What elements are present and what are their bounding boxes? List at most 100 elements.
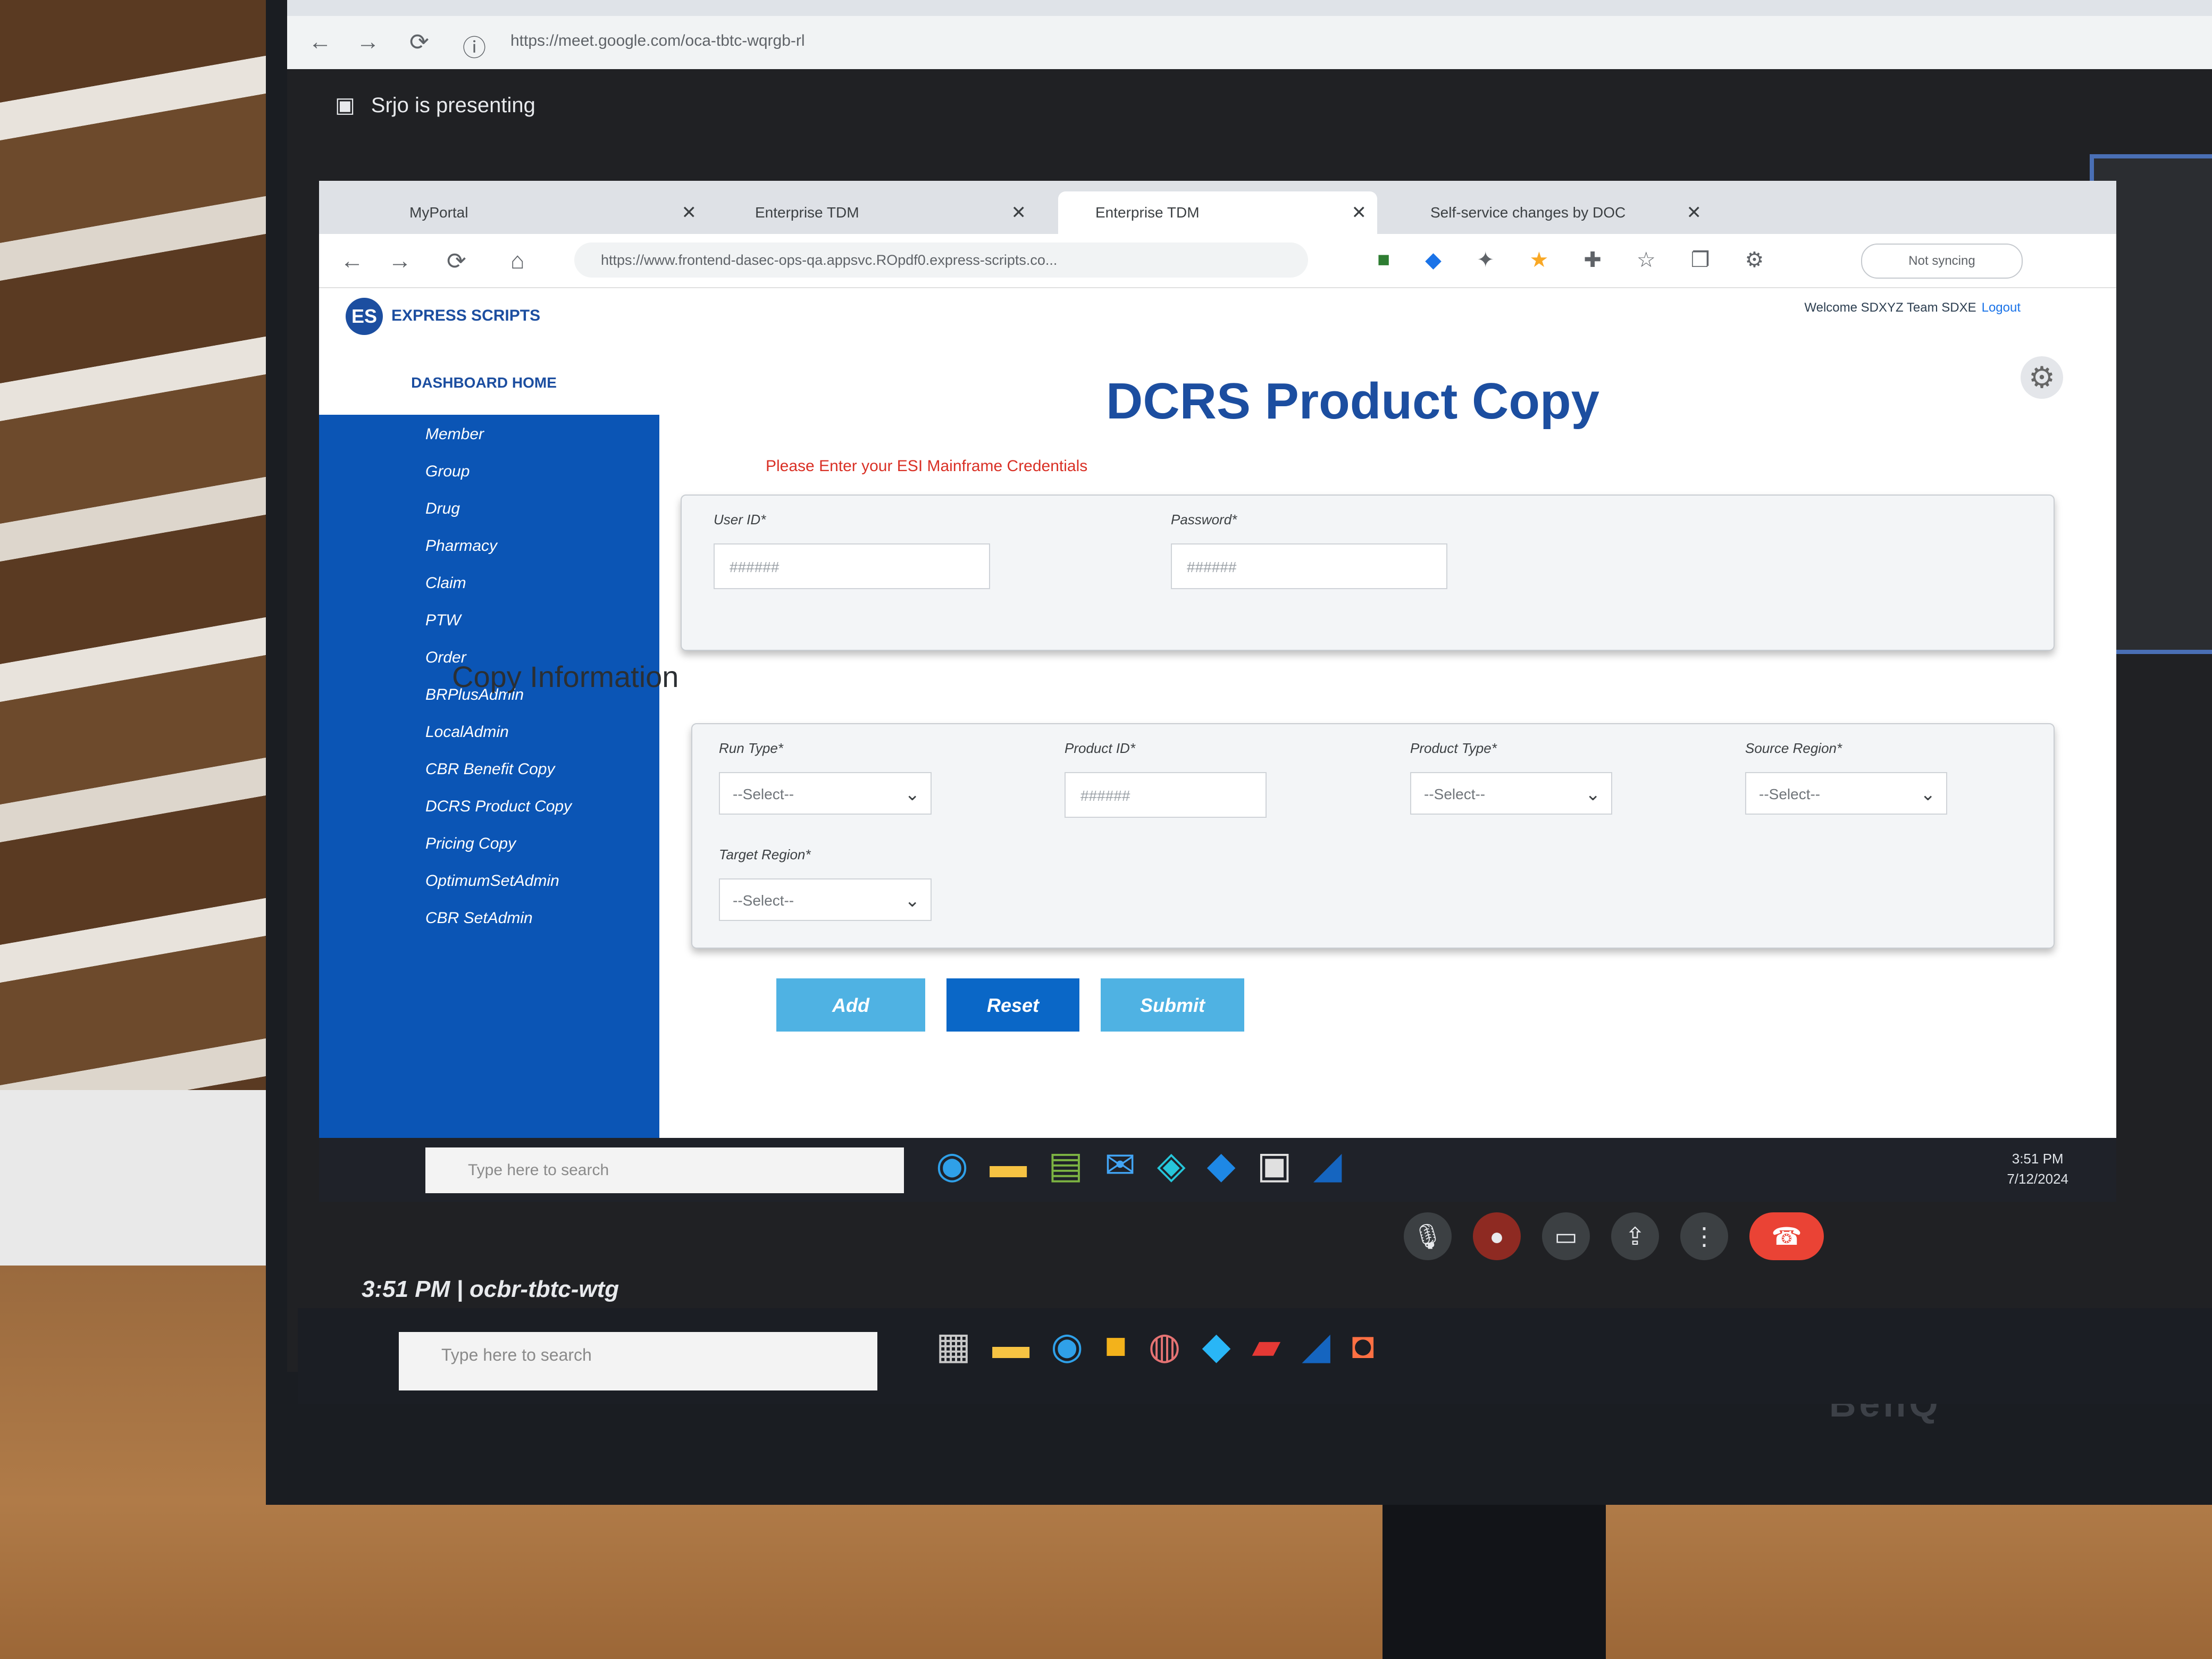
sidebar-item-optimumsetadmin[interactable]: OptimumSetAdmin (425, 872, 559, 890)
sidebar-item-member[interactable]: Member (425, 425, 484, 443)
sidebar-item-pricing-copy[interactable]: Pricing Copy (425, 835, 516, 853)
sidebar-item-drug[interactable]: Drug (425, 500, 460, 518)
close-icon[interactable]: ✕ (1352, 191, 1367, 234)
outer-taskbar: Type here to search ▦ ▬ ◉ ■ ◍ ◆ ▰ ◢ ◘ (298, 1308, 2212, 1404)
product-type-value: --Select-- (1424, 786, 1486, 802)
profile-button[interactable]: Not syncing (1861, 244, 2023, 279)
presenting-label: Srjo is presenting (371, 94, 535, 117)
presenting-banner: ▣ Srjo is presenting (335, 93, 535, 118)
edge-icon[interactable]: ◉ (1051, 1324, 1083, 1368)
terminal-icon[interactable]: ▣ (1257, 1143, 1292, 1187)
task-view-icon[interactable]: ▦ (936, 1324, 971, 1368)
tab-self-service[interactable]: Self-service changes by DOC ✕ (1393, 191, 1712, 234)
site-info-icon[interactable]: ⓘ (463, 29, 486, 63)
product-type-select[interactable]: --Select-- ⌄ (1410, 772, 1612, 815)
sidebar-title[interactable]: DASHBOARD HOME (319, 351, 649, 415)
outer-taskbar-search-input[interactable]: Type here to search (399, 1332, 877, 1390)
reset-button[interactable]: Reset (946, 978, 1079, 1032)
reload-icon[interactable]: ⟳ (409, 29, 429, 56)
submit-button[interactable]: Submit (1101, 978, 1244, 1032)
tab-enterprise-tdm[interactable]: Enterprise TDM ✕ (718, 191, 1037, 234)
extension-icon[interactable]: ✦ (1477, 248, 1495, 272)
copy-information-panel: Run Type* --Select-- ⌄ Product ID* ######… (691, 723, 2055, 949)
more-icon[interactable]: ⋮ (1680, 1212, 1728, 1260)
meet-controls: 🎙 ● ▭ ⇪ ⋮ ☎ (1404, 1212, 1824, 1260)
folder-icon[interactable]: ▬ (992, 1324, 1029, 1368)
vscode-icon[interactable]: ◢ (1313, 1143, 1342, 1187)
present-icon[interactable]: ⇪ (1611, 1212, 1659, 1260)
favorites-icon[interactable]: ☆ (1637, 248, 1656, 272)
chrome-icon[interactable]: ◍ (1149, 1324, 1181, 1368)
product-id-input[interactable]: ###### (1065, 772, 1267, 818)
back-icon[interactable]: ← (340, 248, 364, 274)
credentials-panel: User ID* ###### Password* ###### (681, 495, 2055, 651)
reload-icon[interactable]: ⟳ (447, 248, 466, 275)
close-icon[interactable]: ✕ (1011, 191, 1027, 234)
taskbar-search-input[interactable]: Type here to search (425, 1147, 904, 1193)
mail-icon[interactable]: ✉ (1104, 1143, 1136, 1187)
camera-icon[interactable]: ● (1473, 1212, 1521, 1260)
close-icon[interactable]: ✕ (1687, 191, 1702, 234)
sidebar-item-ptw[interactable]: PTW (425, 611, 461, 630)
tab-label: MyPortal (409, 204, 468, 221)
vscode-icon[interactable]: ◢ (1302, 1324, 1330, 1368)
tab-enterprise-tdm-active[interactable]: Enterprise TDM ✕ (1058, 191, 1377, 234)
forward-icon[interactable]: → (388, 248, 412, 274)
password-input[interactable]: ###### (1171, 543, 1447, 589)
back-icon[interactable]: ← (308, 29, 332, 55)
app-icon[interactable]: ▰ (1252, 1324, 1280, 1368)
home-icon[interactable]: ⌂ (510, 248, 525, 274)
settings-icon[interactable]: ⚙ (2021, 356, 2063, 399)
edge-icon[interactable]: ◉ (936, 1143, 968, 1187)
user-id-input[interactable]: ###### (714, 543, 990, 589)
outer-address-bar[interactable]: ← → ⟳ ⓘ https://meet.google.com/oca-tbtc… (287, 16, 2212, 69)
clock-time: 3:51 PM (2012, 1151, 2064, 1167)
target-region-select[interactable]: --Select-- ⌄ (719, 878, 932, 921)
outer-tab-strip (287, 0, 2212, 16)
sidebar-item-localadmin[interactable]: LocalAdmin (425, 723, 509, 741)
taskbar-clock: 3:51 PM 7/12/2024 (2007, 1149, 2068, 1189)
tab-label: Enterprise TDM (755, 204, 859, 221)
outer-taskbar-apps: ▦ ▬ ◉ ■ ◍ ◆ ▰ ◢ ◘ (936, 1324, 1374, 1368)
meeting-info: 3:51 PM | ocbr-tbtc-wtg (362, 1276, 619, 1302)
sidebar-item-cbr-setadmin[interactable]: CBR SetAdmin (425, 909, 533, 927)
extension-icon[interactable]: ◆ (1425, 248, 1442, 272)
extension-icon[interactable]: ■ (1377, 248, 1390, 272)
folder-icon[interactable]: ▬ (990, 1143, 1027, 1187)
captions-icon[interactable]: ▭ (1542, 1212, 1590, 1260)
app-icon[interactable]: ◆ (1202, 1324, 1231, 1368)
app-icon[interactable]: ◆ (1207, 1143, 1236, 1187)
tab-myportal[interactable]: MyPortal ✕ (372, 191, 707, 234)
notepad-icon[interactable]: ▤ (1048, 1143, 1083, 1187)
shared-screen: MyPortal ✕ Enterprise TDM ✕ Enterprise TDM… (319, 181, 2116, 1202)
end-call-icon[interactable]: ☎ (1749, 1212, 1824, 1260)
sidebar-item-dcrs-product-copy[interactable]: DCRS Product Copy (425, 798, 572, 816)
source-region-select[interactable]: --Select-- ⌄ (1745, 772, 1947, 815)
app-icon[interactable]: ◘ (1352, 1324, 1374, 1368)
forward-icon[interactable]: → (356, 29, 380, 55)
extension-icon[interactable]: ★ (1529, 248, 1548, 272)
sidebar-item-pharmacy[interactable]: Pharmacy (425, 537, 497, 555)
add-button[interactable]: Add (776, 978, 925, 1032)
sidebar-item-cbr-benefit-copy[interactable]: CBR Benefit Copy (425, 760, 555, 778)
logout-link[interactable]: Logout (1982, 300, 2021, 315)
outer-url[interactable]: https://meet.google.com/oca-tbtc-wqrgb-r… (510, 32, 805, 50)
source-region-value: --Select-- (1759, 786, 1821, 802)
chevron-down-icon: ⌄ (1585, 784, 1601, 805)
sticky-notes-icon[interactable]: ■ (1104, 1324, 1127, 1368)
credentials-warning: Please Enter your ESI Mainframe Credenti… (766, 457, 1088, 475)
express-scripts-logo-icon: ES (346, 298, 383, 335)
settings-icon[interactable]: ⚙ (1745, 248, 1764, 272)
run-type-select[interactable]: --Select-- ⌄ (719, 772, 932, 815)
collections-icon[interactable]: ❐ (1691, 248, 1710, 272)
mic-icon[interactable]: 🎙 (1404, 1212, 1452, 1260)
teams-icon[interactable]: ◈ (1157, 1143, 1186, 1187)
close-icon[interactable]: ✕ (682, 191, 697, 234)
puzzle-icon[interactable]: ✚ (1583, 248, 1602, 272)
target-region-label: Target Region* (719, 847, 811, 862)
sidebar-item-claim[interactable]: Claim (425, 574, 466, 592)
copy-section-title: Copy Information (452, 660, 679, 693)
url-field[interactable]: https://www.frontend-dasec-ops-qa.appsvc… (574, 242, 1308, 278)
sidebar-item-group[interactable]: Group (425, 463, 470, 481)
password-label: Password* (1171, 512, 1237, 527)
